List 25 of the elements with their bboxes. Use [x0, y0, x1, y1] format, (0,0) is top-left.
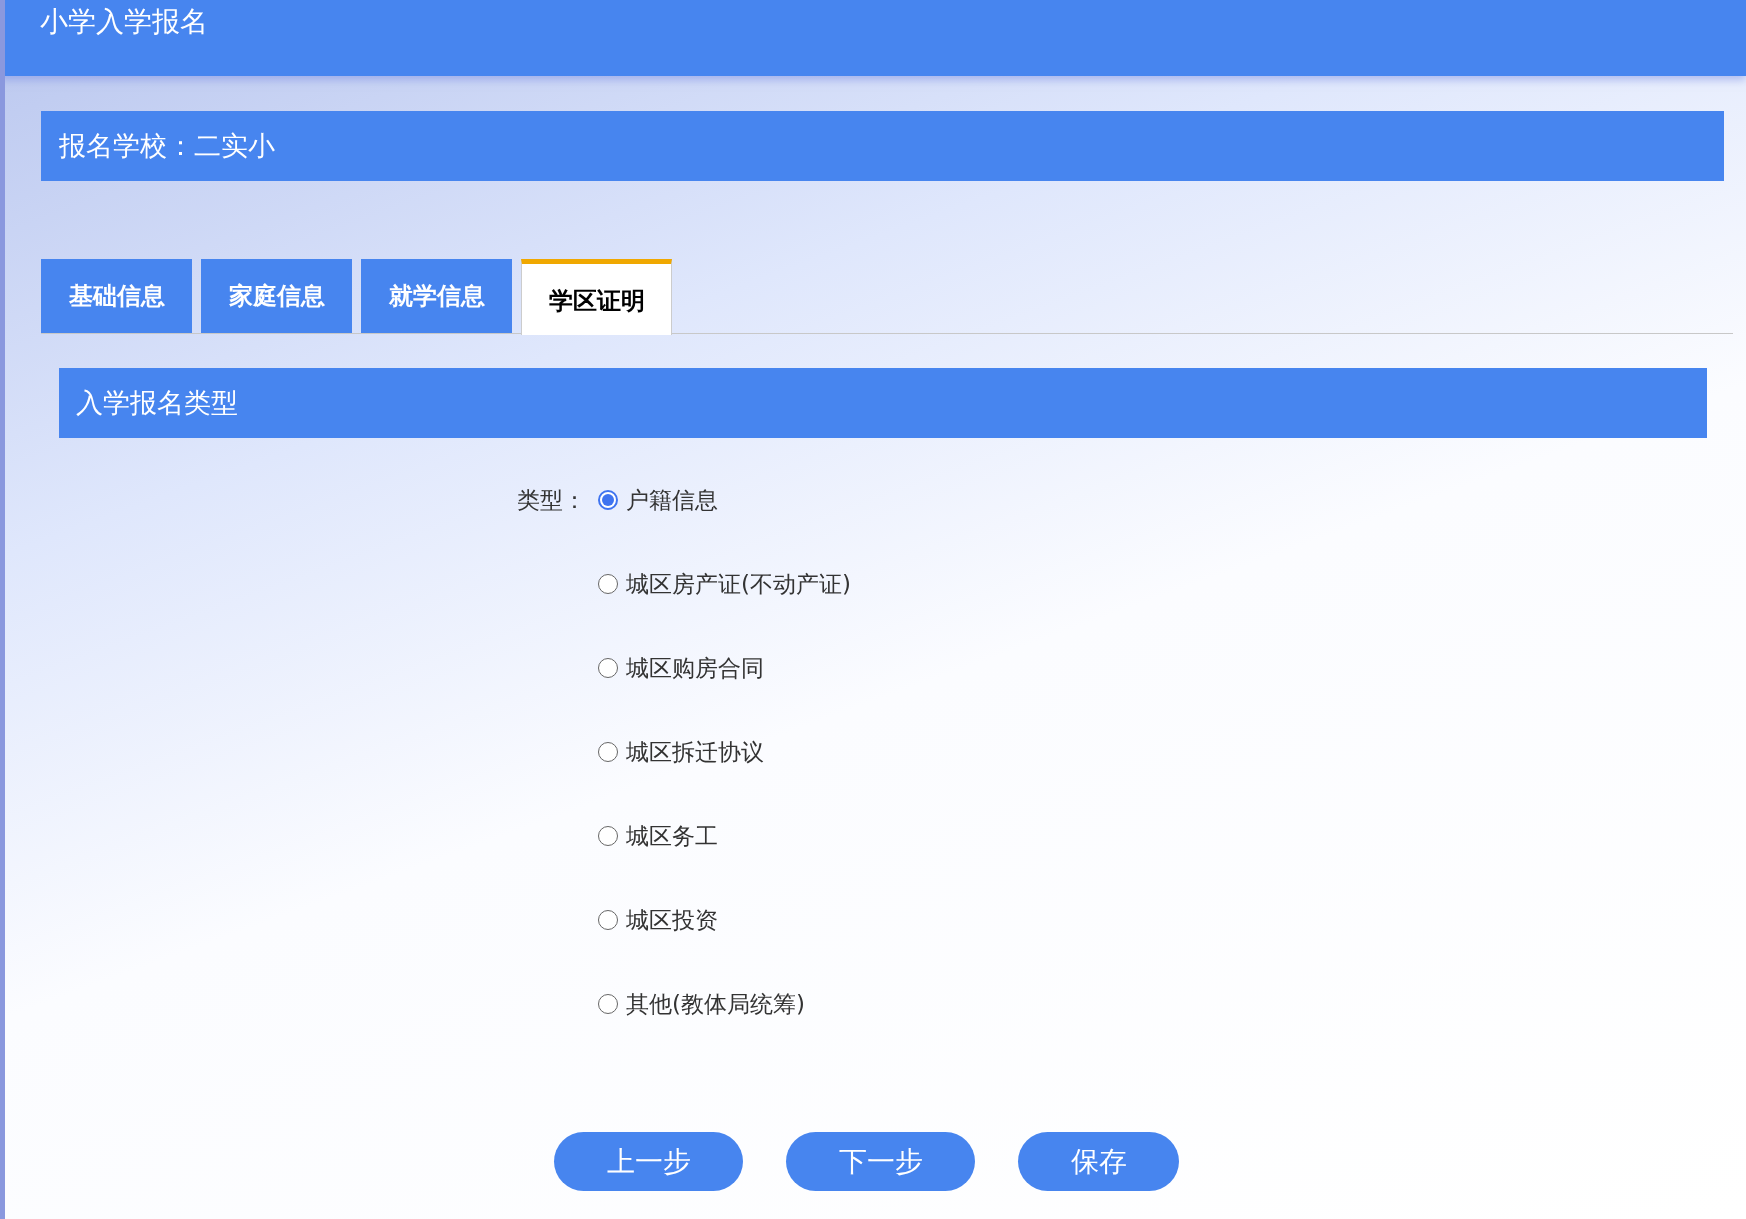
radio-button[interactable]	[598, 994, 618, 1014]
tab[interactable]: 家庭信息	[201, 259, 352, 333]
option-label[interactable]: 户籍信息	[626, 484, 718, 516]
option-label[interactable]: 城区务工	[626, 820, 718, 852]
option-label[interactable]: 城区投资	[626, 904, 718, 936]
radio-button[interactable]	[598, 742, 618, 762]
radio-button[interactable]	[598, 658, 618, 678]
option-label[interactable]: 城区购房合同	[626, 652, 764, 684]
previous-button[interactable]: 上一步	[554, 1132, 743, 1191]
radio-button[interactable]	[598, 910, 618, 930]
option-label[interactable]: 城区房产证(不动产证)	[626, 568, 851, 600]
school-name: 报名学校：二实小	[59, 129, 275, 163]
radio-button[interactable]	[598, 826, 618, 846]
tab[interactable]: 学区证明	[521, 259, 672, 335]
tab[interactable]: 就学信息	[361, 259, 512, 333]
radio-button[interactable]	[598, 490, 618, 510]
page-title: 小学入学报名	[40, 4, 208, 40]
section-title: 入学报名类型	[76, 386, 238, 420]
option-label[interactable]: 其他(教体局统筹)	[626, 988, 805, 1020]
save-button[interactable]: 保存	[1018, 1132, 1179, 1191]
next-button[interactable]: 下一步	[786, 1132, 975, 1191]
option-label[interactable]: 城区拆迁协议	[626, 736, 764, 768]
tab[interactable]: 基础信息	[41, 259, 192, 333]
radio-button[interactable]	[598, 574, 618, 594]
field-label: 类型：	[517, 486, 586, 515]
